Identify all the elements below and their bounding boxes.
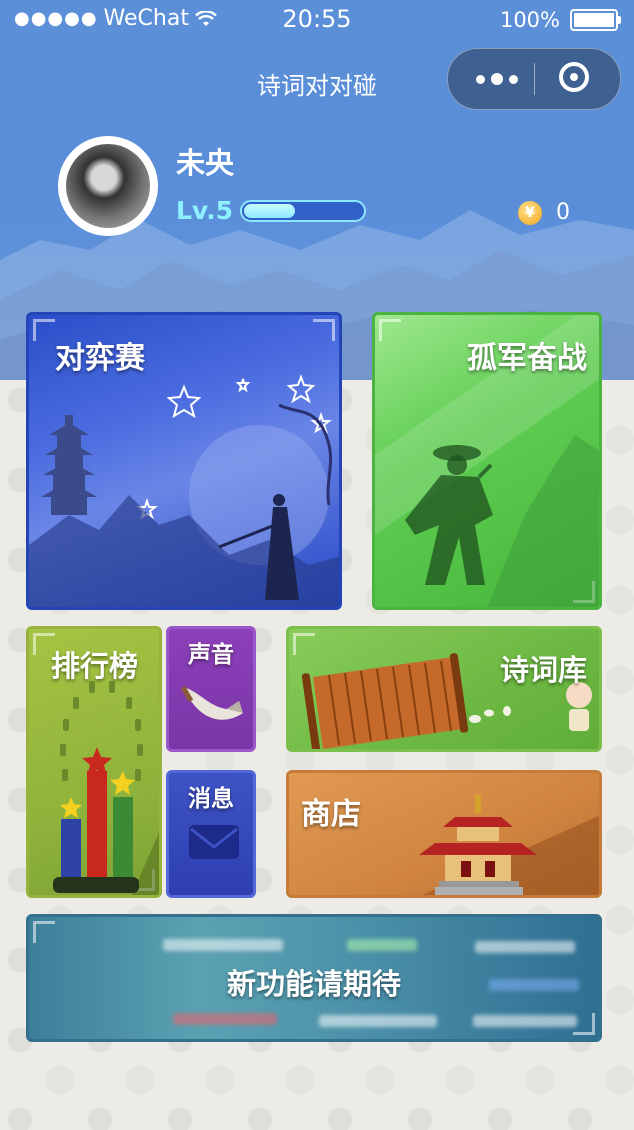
capsule-divider (534, 63, 535, 95)
coming-soon-label: 新功能请期待 (226, 967, 401, 1001)
pagoda-icon (41, 415, 97, 515)
coming-soon-banner[interactable]: 新功能请期待 (26, 914, 602, 1042)
battery-percent: 100% (499, 8, 560, 32)
leaderboard-label: 排行榜 (51, 649, 139, 683)
xp-progress-fill (244, 204, 295, 218)
poem-library-tile[interactable]: 诗词库 (286, 626, 602, 752)
xp-progress-bar (240, 200, 366, 222)
sound-tile[interactable]: 声音 (166, 626, 256, 752)
poem-library-label: 诗词库 (499, 653, 587, 687)
shop-label: 商店 (301, 797, 361, 832)
miniprogram-capsule (447, 48, 621, 110)
message-tile[interactable]: 消息 (166, 770, 256, 898)
status-bar: ●●●●● WeChat 20:55 100% (0, 0, 634, 40)
level-label: Lv.5 (176, 196, 234, 225)
envelope-icon (189, 825, 239, 859)
leaderboard-tile[interactable]: 排行榜 (26, 626, 162, 898)
shop-tile[interactable]: 商店 (286, 770, 602, 898)
avatar[interactable] (58, 136, 158, 236)
horn-icon (180, 685, 243, 720)
coin-icon: ¥ (518, 201, 542, 225)
solo-battle-label: 孤军奋战 (467, 341, 587, 376)
coin-count: 0 (556, 200, 570, 225)
duiyi-match-label: 对弈赛 (55, 341, 145, 376)
avatar-image (66, 144, 150, 228)
duiyi-match-tile[interactable]: 对弈赛 (26, 312, 342, 610)
battery-icon (570, 9, 621, 31)
close-capsule-icon[interactable] (559, 62, 589, 92)
solo-battle-tile[interactable]: 孤军奋战 (372, 312, 602, 610)
more-icon[interactable] (470, 64, 524, 94)
username: 未央 (176, 146, 235, 180)
